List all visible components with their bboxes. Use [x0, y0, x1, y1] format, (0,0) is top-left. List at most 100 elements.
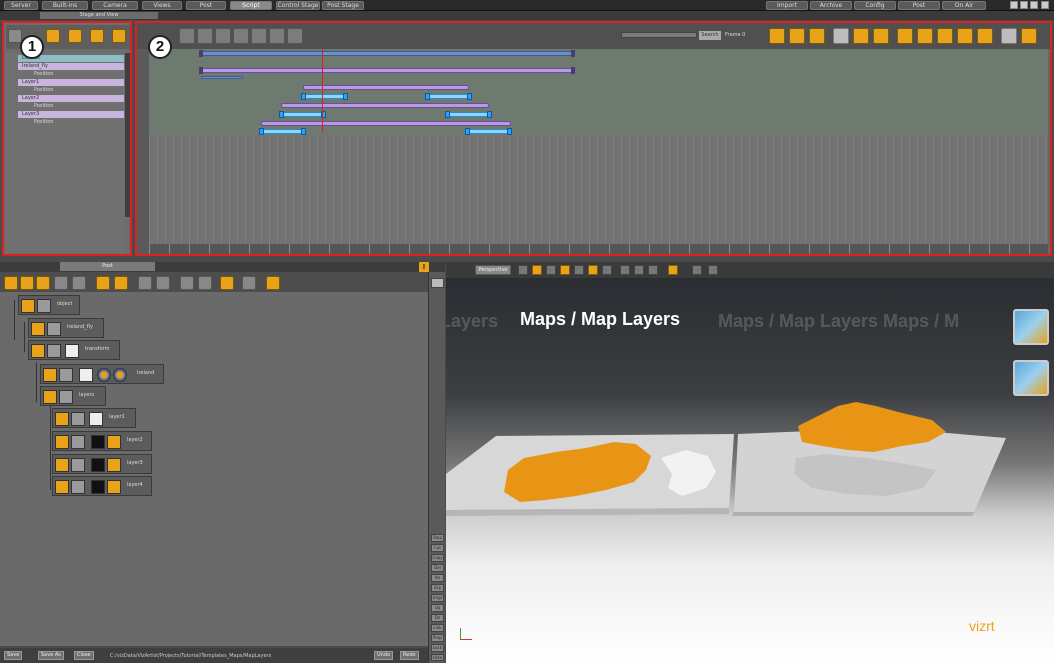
keyframe-copy-icon[interactable]: [873, 28, 889, 44]
list-icon[interactable]: [242, 276, 256, 290]
menu-tab-config[interactable]: Config: [854, 1, 896, 10]
stage-settings-icon[interactable]: [1021, 28, 1037, 44]
collapse-icon[interactable]: [138, 276, 152, 290]
step-forward-icon[interactable]: [588, 265, 598, 275]
timeline-tool-icon[interactable]: [215, 28, 231, 44]
track-bar[interactable]: [201, 76, 243, 79]
render-mode-select[interactable]: Perspective: [475, 265, 511, 275]
redo-button[interactable]: Redo: [400, 651, 419, 660]
track-bar[interactable]: [427, 94, 469, 99]
scene-node[interactable]: layer3: [52, 454, 152, 474]
render-mode-icon[interactable]: [634, 265, 644, 275]
stage-director-icon[interactable]: [68, 29, 82, 43]
warning-icon[interactable]: !: [419, 262, 429, 272]
scene-save-icon[interactable]: [36, 276, 50, 290]
track-bar[interactable]: [261, 121, 511, 126]
keyframe-ease-icon[interactable]: [789, 28, 805, 44]
timeline-search-button[interactable]: Search: [699, 31, 721, 40]
keyframe[interactable]: [199, 67, 203, 74]
minimize-icon[interactable]: [1010, 1, 1018, 9]
stage-actor-icon[interactable]: [897, 28, 913, 44]
stop-icon[interactable]: [560, 265, 570, 275]
strip-button[interactable]: Ungr: [431, 594, 444, 602]
scene-node[interactable]: Ireland_fly: [28, 318, 104, 338]
menu-tab-post-stage[interactable]: Post Stage: [322, 1, 364, 10]
search-icon[interactable]: [96, 276, 110, 290]
scene-tree-title[interactable]: Post: [60, 262, 155, 271]
track-bar[interactable]: [261, 129, 303, 134]
play-back-icon[interactable]: [546, 265, 556, 275]
merge-icon[interactable]: [180, 276, 194, 290]
strip-button[interactable]: Up: [431, 604, 444, 612]
strip-button[interactable]: Hide: [431, 654, 444, 661]
rewind-icon[interactable]: [518, 265, 528, 275]
timeline-playhead[interactable]: [322, 49, 323, 133]
stage-folder-icon[interactable]: [957, 28, 973, 44]
stage-tree-item[interactable]: Layer3: [18, 111, 124, 118]
timeline-empty-area[interactable]: [149, 135, 1048, 244]
timeline-tool-icon[interactable]: [197, 28, 213, 44]
keyframe[interactable]: [343, 93, 348, 100]
timeline-tool-icon[interactable]: [233, 28, 249, 44]
stage-grid-icon[interactable]: [977, 28, 993, 44]
menu-tab-control-stage[interactable]: Control Stage: [276, 1, 320, 10]
render-viewport[interactable]: Layers Maps / Map Layers Maps / Map Laye…: [446, 278, 1054, 663]
menu-tab-script[interactable]: Script: [230, 1, 272, 10]
stage-tree-item[interactable]: Layer1: [18, 79, 124, 86]
play-icon[interactable]: [574, 265, 584, 275]
camera-icon[interactable]: [708, 265, 718, 275]
keyframe[interactable]: [425, 93, 430, 100]
restore-icon[interactable]: [1020, 1, 1028, 9]
stage-keyframe-icon[interactable]: [112, 29, 126, 43]
menu-tab-views[interactable]: Views: [142, 1, 182, 10]
menu-tab-built-ins[interactable]: Built-ins: [42, 1, 88, 10]
map-thumbnail-icon[interactable]: [1013, 309, 1049, 345]
strip-button[interactable]: Grp: [431, 584, 444, 592]
forward-icon[interactable]: [602, 265, 612, 275]
track-bar[interactable]: [467, 129, 509, 134]
stage-tree-item[interactable]: Layer2: [18, 95, 124, 102]
timeline-tool-icon[interactable]: [179, 28, 195, 44]
keyframe-delete-icon[interactable]: [853, 28, 869, 44]
menu-tab-import[interactable]: Import: [766, 1, 808, 10]
keyframe[interactable]: [259, 128, 264, 135]
undo-button[interactable]: Undo: [374, 651, 394, 660]
scene-node[interactable]: transform: [28, 340, 120, 360]
keyframe[interactable]: [301, 93, 306, 100]
split-icon[interactable]: [198, 276, 212, 290]
scene-node[interactable]: layers: [40, 386, 106, 406]
stage-tree-item[interactable]: Position: [30, 71, 124, 78]
timeline-tool-icon[interactable]: [251, 28, 267, 44]
director-bar[interactable]: [201, 51, 573, 56]
help-icon[interactable]: [1030, 1, 1038, 9]
menu-tab-server[interactable]: Server: [4, 1, 38, 10]
keyframe[interactable]: [279, 111, 284, 118]
track-bar[interactable]: [201, 68, 573, 73]
scene-node[interactable]: object: [18, 295, 80, 315]
save-as-button[interactable]: Save As: [38, 651, 64, 660]
track-bar[interactable]: [447, 112, 489, 117]
strip-button[interactable]: Stop: [431, 534, 444, 542]
strip-button[interactable]: Del: [431, 564, 444, 572]
stage-director-icon[interactable]: [917, 28, 933, 44]
track-bar[interactable]: [281, 103, 489, 108]
close-icon[interactable]: [1041, 1, 1049, 9]
strip-button[interactable]: Copy: [431, 554, 444, 562]
stage-tree-scrollbar[interactable]: [125, 53, 130, 217]
menu-tab-post[interactable]: Post: [186, 1, 226, 10]
info-icon[interactable]: [668, 265, 678, 275]
keyframe-add-icon[interactable]: [833, 28, 849, 44]
keyframe[interactable]: [467, 93, 472, 100]
timeline-ruler[interactable]: [149, 244, 1048, 254]
scene-node[interactable]: Ireland: [40, 364, 164, 384]
strip-button[interactable]: Dn: [431, 614, 444, 622]
keyframe[interactable]: [445, 111, 450, 118]
folder-icon[interactable]: [220, 276, 234, 290]
track-bar[interactable]: [281, 112, 323, 117]
strip-button[interactable]: Prop: [431, 634, 444, 642]
keyframe[interactable]: [487, 111, 492, 118]
stage-view-icon[interactable]: [1001, 28, 1017, 44]
stage-tree-item[interactable]: Position: [30, 87, 124, 94]
strip-top-icon[interactable]: [431, 278, 444, 288]
scene-node[interactable]: layer2: [52, 431, 152, 451]
